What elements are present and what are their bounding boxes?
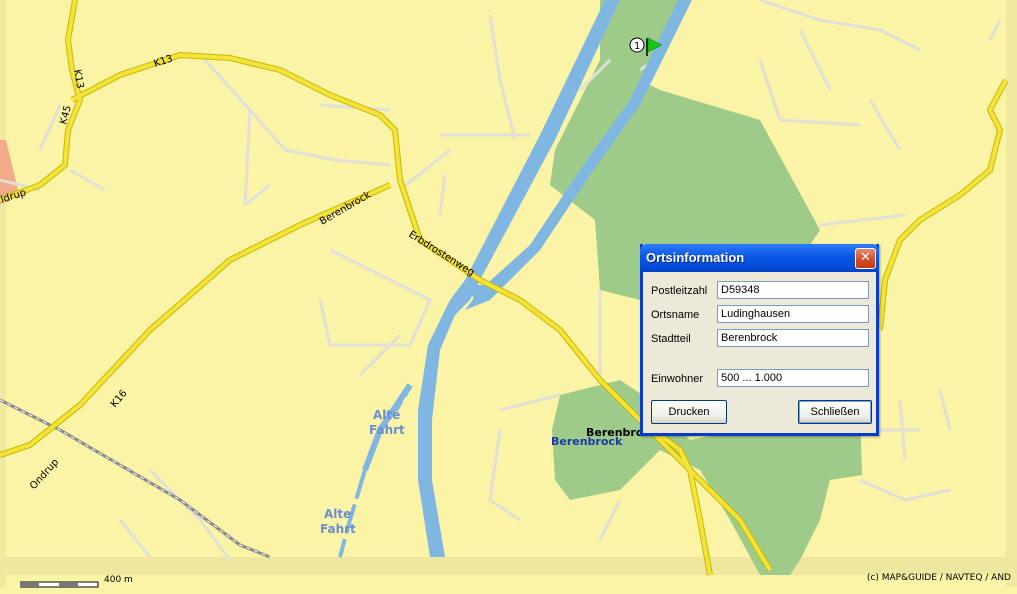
water-label-alte-fahrt-1-a: Alte bbox=[373, 408, 400, 422]
ortsinformation-dialog: Ortsinformation ✕ Postleitzahl D59348 Or… bbox=[640, 244, 879, 436]
scale-bar: 400 m bbox=[19, 575, 140, 594]
postleitzahl-label: Postleitzahl bbox=[651, 285, 708, 297]
map-border-bottom bbox=[0, 557, 1017, 575]
close-button[interactable]: Schließen bbox=[798, 400, 872, 424]
stadtteil-label: Stadtteil bbox=[651, 333, 691, 345]
map-border-right bbox=[1006, 0, 1017, 587]
water-label-alte-fahrt-2-b: Fahrt bbox=[320, 522, 356, 536]
einwohner-label: Einwohner bbox=[651, 373, 703, 385]
einwohner-field[interactable]: 500 ... 1.000 bbox=[717, 369, 869, 387]
place-label-berenbrock-blue: Berenbrock bbox=[551, 435, 623, 448]
ortsname-label: Ortsname bbox=[651, 309, 700, 321]
postleitzahl-field[interactable]: D59348 bbox=[717, 281, 869, 299]
close-icon[interactable]: ✕ bbox=[855, 248, 876, 269]
dialog-title: Ortsinformation bbox=[646, 250, 745, 265]
print-button[interactable]: Drucken bbox=[651, 400, 727, 424]
stadtteil-field[interactable]: Berenbrock bbox=[717, 329, 869, 347]
marker-number: 1 bbox=[634, 41, 640, 52]
copyright-notice: (c) MAP&GUIDE / NAVTEQ / AND bbox=[866, 573, 1011, 583]
water-label-alte-fahrt-2-a: Alte bbox=[324, 507, 351, 521]
water-label-alte-fahrt-1-b: Fahrt bbox=[369, 423, 405, 437]
map-border-left bbox=[0, 0, 6, 587]
dialog-titlebar[interactable]: Ortsinformation ✕ bbox=[640, 244, 879, 272]
ortsname-field[interactable]: Ludinghausen bbox=[717, 305, 869, 323]
scale-label: 400 m bbox=[104, 575, 133, 585]
